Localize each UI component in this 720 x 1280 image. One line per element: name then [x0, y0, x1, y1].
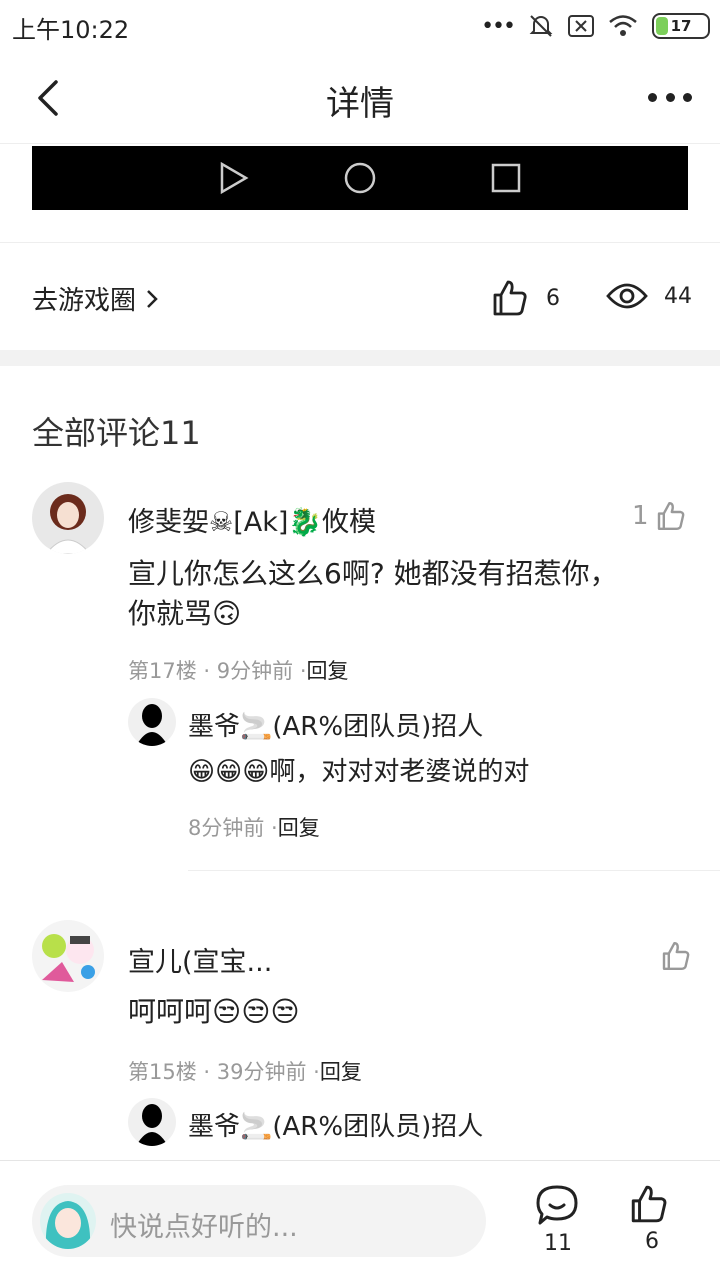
status-bar: 上午10:22 ••• 17 — [0, 0, 720, 52]
page-title: 详情 — [326, 84, 394, 124]
comment-body-line: 你就骂🙃 — [128, 597, 242, 630]
reply-time: 8分钟前 — [188, 816, 265, 840]
thumbs-up-icon — [662, 942, 690, 970]
avatar[interactable] — [128, 698, 176, 746]
comment-like-button[interactable]: 1 — [632, 500, 687, 532]
comment-body-line: 宣儿你怎么这么6啊? 她都没有招惹你， — [128, 557, 618, 590]
comment-body: 宣儿你怎么这么6啊? 她都没有招惹你， 你就骂🙃 — [128, 554, 688, 634]
avatar-silhouette-image — [136, 1104, 168, 1146]
bell-off-icon — [529, 15, 553, 37]
reply-author[interactable]: 墨爷🚬(AR%团队员)招人 — [188, 706, 483, 743]
comments-button[interactable]: 11 — [534, 1183, 582, 1256]
go-game-circle-label: 去游戏圈 — [32, 286, 137, 316]
avatar[interactable] — [128, 1098, 176, 1146]
comments-heading: 全部评论11 — [32, 414, 201, 452]
divider — [0, 242, 720, 243]
section-separator — [0, 350, 720, 366]
status-time: 上午10:22 — [12, 16, 130, 44]
avatar-anime-image — [42, 934, 95, 982]
more-menu-button[interactable] — [648, 82, 692, 112]
comment-floor: 第15楼 — [128, 1060, 197, 1084]
comment-author[interactable]: 宣儿(宣宝... — [128, 940, 272, 979]
comment-input[interactable]: 快说点好听的... — [32, 1185, 486, 1257]
thumbs-up-icon — [657, 502, 684, 530]
comment-count: 11 — [544, 1231, 572, 1256]
comment-meta: 第17楼 · 9分钟前 ·回复 — [128, 659, 349, 683]
post-views: 44 — [606, 278, 692, 314]
sim-x-icon — [568, 15, 594, 37]
reply-button[interactable]: 回复 — [320, 1060, 362, 1084]
post-view-count: 44 — [664, 283, 692, 309]
nav-buttons-graphic — [220, 161, 521, 195]
my-avatar — [40, 1193, 96, 1249]
avatar-miku-image — [45, 1201, 91, 1249]
more-dots-icon: ••• — [481, 13, 516, 39]
avatar[interactable] — [32, 482, 104, 554]
status-icons: ••• 17 — [481, 8, 710, 44]
bottom-bar: 快说点好听的... 11 6 — [0, 1160, 720, 1280]
post-like-button[interactable]: 6 — [490, 278, 560, 318]
thumbs-up-icon — [493, 280, 527, 316]
like-button[interactable]: 6 — [628, 1183, 676, 1254]
reply-body: 😁😁😁啊，对对对老婆说的对 — [188, 757, 530, 787]
battery-level: 17 — [670, 17, 692, 35]
eye-icon — [606, 283, 648, 309]
post-like-count: 6 — [546, 285, 560, 311]
post-screenshot-image[interactable] — [32, 146, 688, 210]
avatar-silhouette-image — [136, 704, 168, 746]
comment-like-count: 1 — [632, 501, 649, 531]
battery-icon: 17 — [652, 13, 710, 39]
comment-author[interactable]: 修斐妿☠[Ak]🐉攸模 — [128, 500, 376, 539]
like-count: 6 — [645, 1229, 659, 1254]
chevron-right-icon — [147, 289, 158, 308]
reply-button[interactable]: 回复 — [307, 659, 349, 683]
comment-time: 9分钟前 — [216, 659, 294, 683]
thumbs-up-icon — [631, 1185, 667, 1223]
avatar[interactable] — [32, 920, 104, 992]
top-nav: 详情 — [0, 52, 720, 144]
comment-floor: 第17楼 — [128, 659, 197, 683]
reply-button[interactable]: 回复 — [278, 816, 320, 840]
wifi-icon — [609, 15, 637, 36]
avatar-girl-image — [45, 494, 91, 554]
comment-meta: 第15楼 · 39分钟前 ·回复 — [128, 1060, 362, 1084]
comment-input-placeholder: 快说点好听的... — [110, 1212, 298, 1243]
go-game-circle-link[interactable]: 去游戏圈 — [32, 280, 160, 317]
divider — [188, 870, 720, 871]
reply-meta: 8分钟前 ·回复 — [188, 816, 320, 840]
comment-time: 39分钟前 — [216, 1060, 307, 1084]
reply-author[interactable]: 墨爷🚬(AR%团队员)招人 — [188, 1106, 483, 1143]
chat-bubble-icon — [536, 1185, 578, 1225]
comment-body: 呵呵呵😒😒😒 — [128, 995, 300, 1028]
comment-like-button[interactable] — [654, 940, 692, 972]
